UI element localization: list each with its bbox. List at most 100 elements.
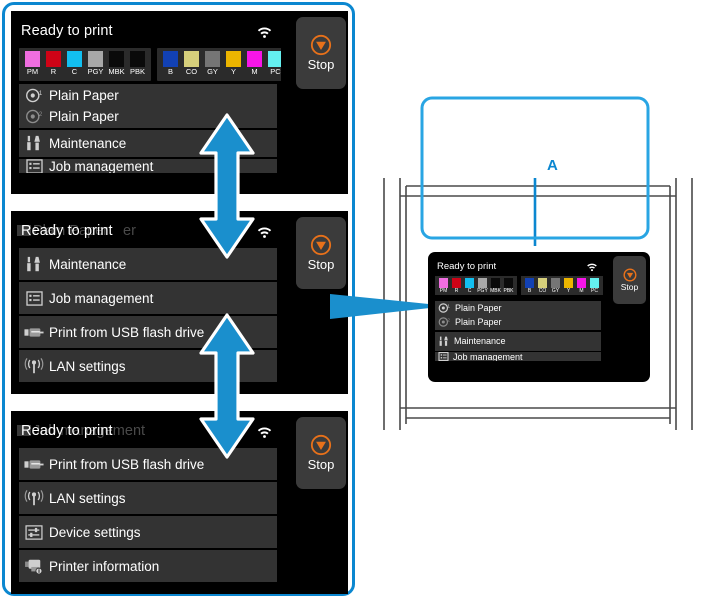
menu-item-label: Print from USB flash drive (49, 456, 205, 472)
usb-icon (19, 458, 49, 471)
ink-tank-b: B (162, 51, 180, 77)
ink-tank-pgy: PGY (87, 51, 105, 77)
ink-tank-gy: GY (204, 51, 222, 77)
printer-panel-middle: Plain Paper Ready to print er Maintenanc… (11, 211, 348, 394)
ink-label: C (467, 288, 472, 294)
paper-roll-1-label: Plain Paper (49, 88, 119, 103)
ink-label: MBK (108, 67, 125, 76)
mini-menu-item-job-management[interactable]: Job management (435, 352, 601, 361)
paper-roll-1-icon: 1 (438, 303, 450, 313)
stop-octagon-icon (310, 434, 332, 456)
lan-icon (19, 357, 49, 375)
paper-roll-1-row[interactable]: 1 Plain Paper (19, 85, 119, 106)
ink-swatch (25, 51, 40, 67)
paper-roll-1-icon: 1 (19, 88, 49, 103)
ink-swatch (184, 51, 199, 67)
ink-level-indicator: PM R C PGY MBK PBK B CO GY Y M PC (19, 48, 281, 81)
job-management-icon (19, 159, 49, 173)
menu-item-label: Job management (49, 290, 154, 306)
svg-text:2: 2 (447, 318, 450, 323)
ink-swatch (268, 51, 281, 67)
svg-text:1: 1 (447, 304, 450, 309)
menu-item-label: Printer information (49, 558, 160, 574)
mini-stop-button[interactable]: Stop (613, 256, 646, 304)
menu-item-label: Print from USB flash drive (49, 324, 205, 340)
ink-swatch (247, 51, 262, 67)
job-management-icon (438, 352, 449, 361)
menu-item-label: Maintenance (49, 256, 127, 272)
ink-swatch (88, 51, 103, 67)
svg-text:1: 1 (38, 91, 42, 97)
menu-item-printer-information[interactable]: Printer information (19, 550, 277, 582)
menu-item-lan-settings[interactable]: LAN settings (19, 482, 277, 514)
wifi-icon (257, 27, 272, 38)
callout-label-a: A (547, 157, 558, 174)
ink-swatch (226, 51, 241, 67)
ink-label: PC (270, 67, 281, 76)
menu-item-job-management[interactable]: Job management (19, 282, 277, 314)
mini-menu-item-paper[interactable]: 1 Plain Paper 2 Plain Paper (435, 301, 601, 330)
ink-label: PM (439, 288, 448, 294)
stop-button[interactable]: Stop (296, 217, 346, 289)
mini-menu-label: Plain Paper (455, 303, 502, 313)
stop-octagon-icon (310, 34, 332, 56)
menu-item-label: Device settings (49, 524, 141, 540)
printer-info-icon (19, 558, 49, 575)
ink-label: CO (185, 67, 198, 76)
ink-swatch (163, 51, 178, 67)
stop-button[interactable]: Stop (296, 17, 346, 89)
mini-menu-item-maintenance[interactable]: Maintenance (435, 331, 601, 351)
menu-item-device-settings[interactable]: Device settings (19, 516, 277, 548)
wifi-icon (257, 427, 272, 438)
mini-status-title: Ready to print (437, 261, 497, 272)
paper-roll-2-row[interactable]: 2 Plain Paper (19, 106, 119, 127)
status-title: Ready to print (21, 423, 113, 439)
ink-swatch (130, 51, 145, 67)
mini-ink-group-right: B CO GY Y M PC (521, 276, 603, 295)
mini-menu-label: Job management (453, 352, 523, 361)
stop-octagon-icon (310, 234, 332, 256)
status-title: Ready to print (21, 23, 113, 39)
status-bar: Ready to print (15, 17, 281, 47)
ink-tank-y: Y (225, 51, 243, 77)
ink-label: PM (26, 67, 39, 76)
menu-item-label: LAN settings (49, 358, 126, 374)
panel-sequence-frame: Ready to print PM R C PGY MBK PBK B CO G… (2, 2, 355, 596)
ink-swatch (67, 51, 82, 67)
job-management-icon (19, 290, 49, 306)
stop-button-label: Stop (307, 57, 335, 72)
menu-item-label: LAN settings (49, 490, 126, 506)
ink-label: PGY (87, 67, 104, 76)
ink-label: GY (207, 67, 218, 76)
ink-label: PBK (503, 288, 514, 294)
mini-menu-label: Plain Paper (455, 317, 502, 327)
mini-menu-list: 1 Plain Paper 2 Plain Paper Maintenance … (435, 301, 601, 361)
ink-tank-pbk: PBK (129, 51, 147, 77)
ink-label: PGY (477, 288, 488, 294)
paper-roll-2-label: Plain Paper (49, 109, 119, 124)
menu-item-label: Maintenance (49, 136, 127, 151)
lan-icon (19, 489, 49, 507)
status-title: Ready to print (21, 223, 113, 239)
paper-roll-2-icon: 2 (19, 109, 49, 124)
ink-tank-mbk: MBK (108, 51, 126, 77)
ink-tank-pm: PM (24, 51, 42, 77)
device-settings-icon (19, 524, 49, 540)
ink-label: Y (230, 67, 236, 76)
maintenance-icon (19, 135, 49, 152)
ink-label: B (167, 67, 173, 76)
ink-tank-pc: PC (267, 51, 281, 77)
ink-label: R (50, 67, 57, 76)
printer-panel-bottom: Job management Ready to print Print from… (11, 411, 348, 594)
ink-label: B (527, 288, 532, 294)
scroll-arrow-up-down-2 (199, 313, 255, 459)
ink-tank-r: R (45, 51, 63, 77)
mini-menu-label: Maintenance (454, 336, 506, 346)
maintenance-icon (19, 256, 49, 273)
ink-group-left: PM R C PGY MBK PBK (19, 48, 151, 81)
usb-icon (19, 326, 49, 339)
stop-button[interactable]: Stop (296, 417, 346, 489)
mini-ink-indicator: PM R C PGY MBK PBK B CO GY Y M PC (435, 276, 603, 295)
menu-list: Print from USB flash drive LAN settings … (19, 448, 277, 584)
scroll-arrow-up-down-1 (199, 113, 255, 259)
